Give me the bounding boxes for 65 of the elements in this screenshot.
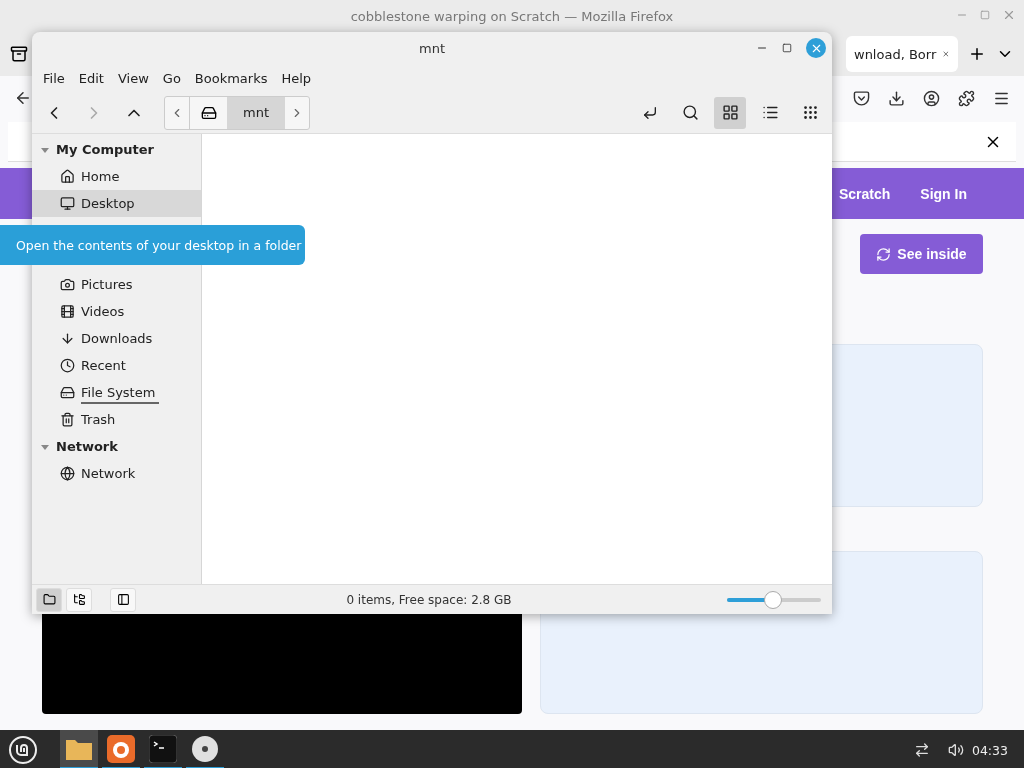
places-icon [42, 593, 56, 606]
compact-icon [801, 104, 819, 121]
menu-item[interactable]: Go [155, 66, 188, 90]
menu-item[interactable]: Help [274, 66, 319, 90]
new-tab-icon [968, 45, 986, 63]
downloads-icon [60, 331, 75, 346]
pictures-icon [60, 277, 75, 292]
tooltip: Open the contents of your desktop in a folder [0, 225, 305, 265]
home-icon [60, 169, 75, 184]
sidebar-item[interactable]: Home [32, 163, 201, 190]
browser-tab[interactable]: wnload, Borr [846, 36, 958, 72]
sidebar-item[interactable]: Downloads [32, 325, 201, 352]
list-icon [761, 104, 779, 121]
sidebar-toggle-button[interactable] [110, 587, 136, 612]
extensions-icon [958, 89, 975, 107]
window-title: cobblestone warping on Scratch — Mozilla Firefox [350, 8, 674, 24]
drive-icon [60, 385, 75, 400]
nav-link[interactable]: Scratch [838, 185, 891, 202]
download-icon [888, 89, 905, 107]
return-arrow-icon [642, 104, 658, 121]
menu-item[interactable]: File [36, 66, 72, 90]
slider-thumb[interactable] [764, 590, 783, 609]
section-header[interactable]: Network [32, 433, 201, 460]
back-icon [14, 89, 32, 107]
tab-overview-icon [10, 45, 28, 63]
drive-icon [200, 104, 217, 121]
desktop-icon [60, 196, 75, 211]
sidebar-item[interactable]: Recent [32, 352, 201, 379]
videos-icon [60, 304, 75, 319]
sidebar-icon [116, 593, 130, 606]
trash-icon [60, 412, 75, 427]
network-icon [60, 466, 75, 481]
account-icon [923, 89, 940, 107]
see-inside-button[interactable]: See inside [860, 234, 983, 274]
volume-icon [947, 742, 964, 758]
status-text: 0 items, Free space: 2.8 GB [345, 592, 513, 607]
pocket-icon [853, 89, 870, 107]
maximize-icon [980, 10, 990, 20]
menu-item[interactable]: View [110, 66, 156, 90]
icons-view-button[interactable] [714, 96, 746, 129]
start-menu-icon[interactable] [8, 735, 38, 765]
section-header[interactable]: My Computer [32, 136, 201, 163]
window-title: mnt [419, 40, 445, 56]
network-icon [913, 742, 930, 758]
tree-icon [72, 593, 86, 606]
close-button[interactable] [806, 38, 826, 58]
sidebar-item[interactable]: Pictures [32, 271, 201, 298]
clock[interactable]: 04:33 [971, 742, 1008, 758]
sidebar-item[interactable]: Videos [32, 298, 201, 325]
maximize-icon [782, 43, 792, 53]
recent-icon [60, 358, 75, 373]
tree-pane-button[interactable] [66, 587, 92, 612]
sidebar-item[interactable]: Network [32, 460, 201, 487]
sidebar-item[interactable]: Trash [32, 406, 201, 433]
sidebar-item[interactable]: File System [32, 379, 201, 406]
close-icon [1002, 8, 1016, 22]
menu-item[interactable]: Bookmarks [187, 66, 275, 90]
sidebar-item[interactable]: Desktop [32, 190, 201, 217]
menu-item[interactable]: Edit [71, 66, 111, 90]
places-pane-button[interactable] [36, 587, 62, 612]
remix-icon [876, 246, 892, 262]
icons-icon [721, 104, 739, 121]
path-segment[interactable]: mnt [227, 96, 285, 129]
nav-link[interactable]: Sign In [920, 185, 967, 202]
search-icon [681, 104, 699, 121]
